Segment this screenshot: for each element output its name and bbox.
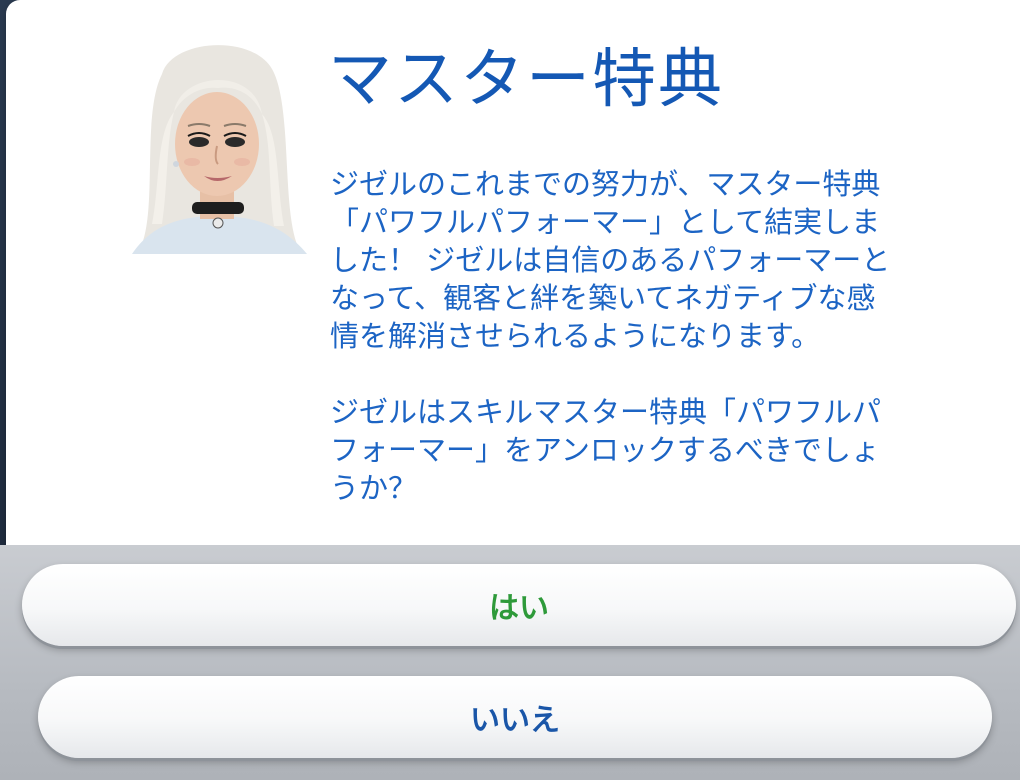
yes-button-label: はい (489, 591, 549, 626)
dialog-title: マスター特典 (328, 43, 724, 117)
sim-portrait (122, 34, 312, 254)
no-button[interactable]: いいえ (38, 676, 992, 758)
perk-description: ジゼルのこれまでの努力が、マスター特典 「パワフルパフォーマー」として結実しま … (330, 167, 891, 353)
unlock-question: ジゼルはスキルマスター特典「パワフルパ フォーマー」をアンロックするべきでしょ … (330, 395, 882, 505)
game-screen: マスター特典 ジゼルのこれまでの努力が、マスター特典 「パワフルパフォーマー」と… (0, 0, 1020, 780)
no-button-label: いいえ (470, 703, 560, 738)
dialog-message: ジゼルのこれまでの努力が、マスター特典 「パワフルパフォーマー」として結実しま … (330, 165, 970, 507)
yes-button[interactable]: はい (22, 564, 1016, 646)
